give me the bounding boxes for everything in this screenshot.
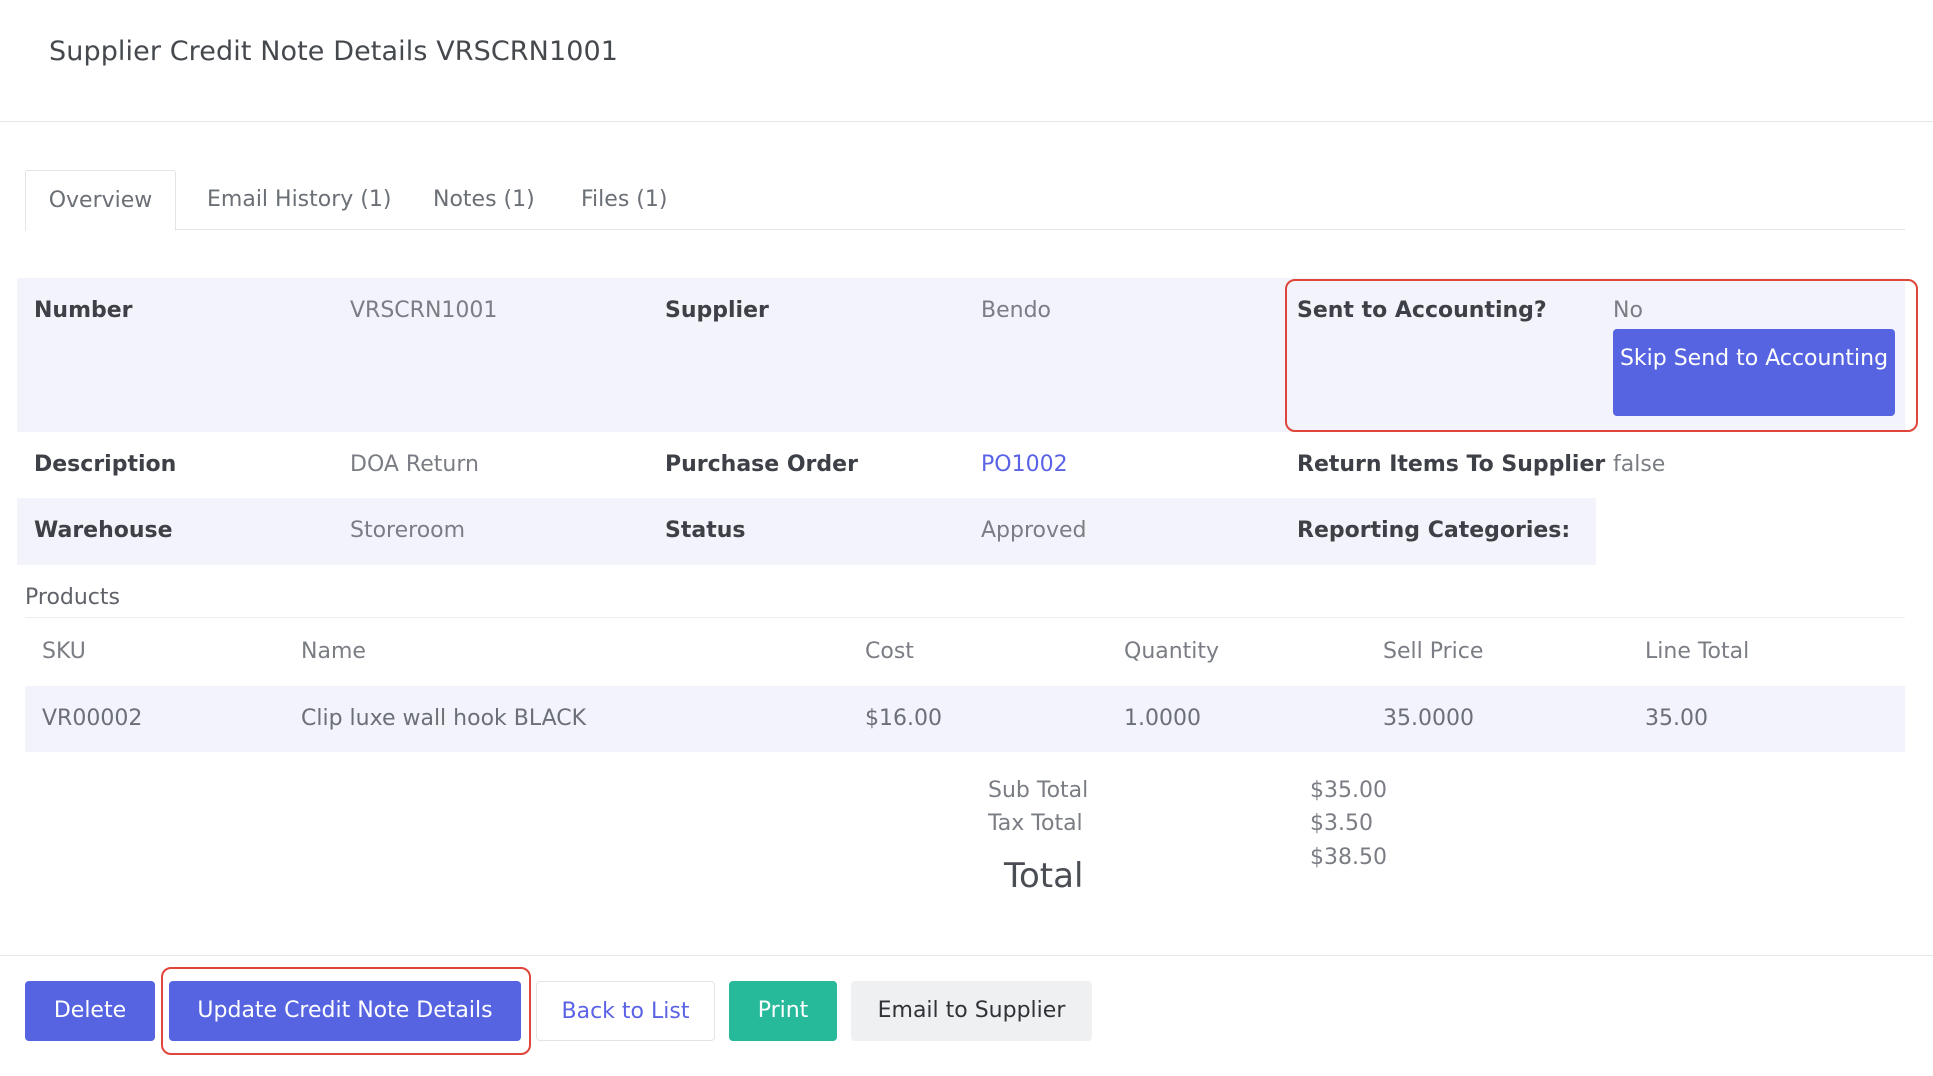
grand-total-value: $38.50 [1310,845,1387,870]
sub-total-value: $35.00 [1310,778,1387,803]
column-header-sell-price: Sell Price [1383,639,1484,664]
delete-button[interactable]: Delete [25,981,155,1041]
cell-sell-price: 35.0000 [1383,706,1474,731]
purchase-order-link[interactable]: PO1002 [981,452,1068,477]
status-value: Approved [981,518,1087,543]
table-row: VR00002 Clip luxe wall hook BLACK $16.00… [25,686,1905,752]
tab-email-history[interactable]: Email History (1) [207,170,391,230]
reporting-categories-label: Reporting Categories: [1297,518,1571,543]
warehouse-label: Warehouse [34,518,173,543]
cell-name: Clip luxe wall hook BLACK [301,706,587,731]
cell-cost: $16.00 [865,706,942,731]
details-row-2: Description DOA Return Purchase Order PO… [17,432,1905,498]
status-label: Status [665,518,746,543]
cell-line-total: 35.00 [1645,706,1708,731]
description-label: Description [34,452,177,477]
tab-overview[interactable]: Overview [25,170,176,231]
column-header-sku: SKU [42,639,86,664]
number-label: Number [34,298,133,323]
column-header-cost: Cost [865,639,914,664]
return-items-value: false [1613,452,1666,477]
products-table-header: SKU Name Cost Quantity Sell Price Line T… [25,627,1905,677]
column-header-line-total: Line Total [1645,639,1750,664]
print-button[interactable]: Print [729,981,837,1041]
highlight-box [161,967,531,1055]
tax-total-label: Tax Total [988,811,1083,836]
sub-total-label: Sub Total [988,778,1089,803]
divider [25,617,1905,618]
grand-total-label: Total [1004,856,1084,896]
page-title: Supplier Credit Note Details VRSCRN1001 [49,36,619,67]
warehouse-value: Storeroom [350,518,466,543]
tax-total-value: $3.50 [1310,811,1373,836]
tab-files[interactable]: Files (1) [581,170,667,230]
details-row-3: Warehouse Storeroom Status Approved Repo… [17,498,1905,565]
tab-notes[interactable]: Notes (1) [433,170,535,230]
tab-bar: Overview Email History (1) Notes (1) Fil… [25,170,1905,231]
supplier-label: Supplier [665,298,769,323]
description-value: DOA Return [350,452,479,477]
email-to-supplier-button[interactable]: Email to Supplier [851,981,1092,1041]
number-value: VRSCRN1001 [350,298,498,323]
highlight-box [1285,279,1918,432]
purchase-order-label: Purchase Order [665,452,858,477]
cell-sku: VR00002 [42,706,143,731]
page-header: Supplier Credit Note Details VRSCRN1001 [0,0,1933,122]
back-to-list-button[interactable]: Back to List [536,981,715,1041]
supplier-value: Bendo [981,298,1051,323]
column-header-quantity: Quantity [1124,639,1220,664]
cell-quantity: 1.0000 [1124,706,1201,731]
products-heading: Products [25,585,120,610]
return-items-label: Return Items To Supplier [1297,452,1606,477]
divider [0,955,1933,956]
column-header-name: Name [301,639,366,664]
